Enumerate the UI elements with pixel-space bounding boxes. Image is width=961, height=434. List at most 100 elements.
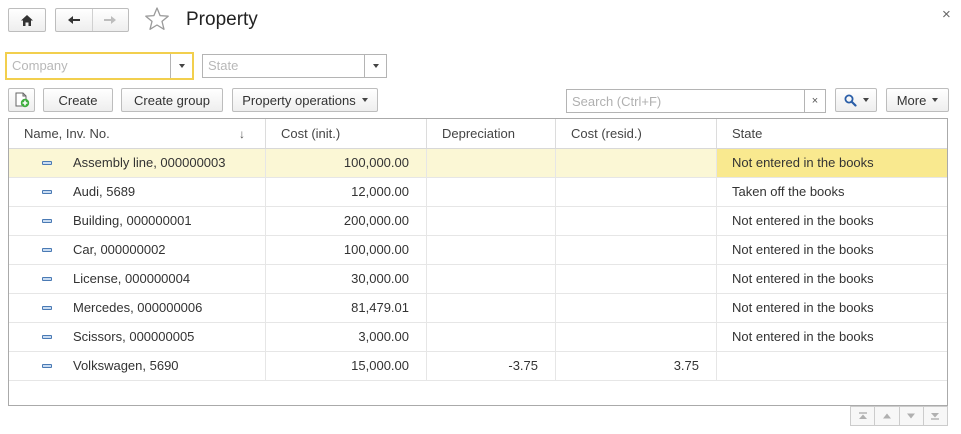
state-cell[interactable]: Taken off the books	[716, 178, 947, 206]
cost-init-cell[interactable]: 30,000.00	[265, 265, 426, 293]
table-row[interactable]: Scissors, 000000005 3,000.00 Not entered…	[9, 323, 947, 352]
search-box[interactable]: ×	[566, 89, 826, 113]
state-cell[interactable]: Not entered in the books	[716, 207, 947, 235]
item-icon	[42, 364, 52, 368]
search-input[interactable]	[567, 90, 804, 112]
item-icon	[42, 219, 52, 223]
forward-button[interactable]	[91, 9, 129, 31]
go-to-first-button[interactable]	[851, 407, 874, 425]
depreciation-cell[interactable]	[426, 207, 555, 235]
search-icon	[844, 94, 857, 107]
depreciation-cell[interactable]	[426, 265, 555, 293]
previous-page-icon	[882, 413, 891, 419]
more-button[interactable]: More	[886, 88, 949, 112]
forward-arrow-icon	[104, 16, 117, 24]
name-cell[interactable]: Building, 000000001	[9, 207, 265, 235]
create-group-button[interactable]: Create group	[121, 88, 223, 112]
chevron-down-icon	[932, 98, 939, 102]
cost-resid-cell[interactable]	[555, 178, 716, 206]
depreciation-cell[interactable]	[426, 149, 555, 177]
cost-init-cell[interactable]: 15,000.00	[265, 352, 426, 380]
cost-resid-cell[interactable]	[555, 149, 716, 177]
item-icon	[42, 306, 52, 310]
cost-resid-cell[interactable]: 3.75	[555, 352, 716, 380]
cost-init-cell[interactable]: 12,000.00	[265, 178, 426, 206]
depreciation-cell[interactable]	[426, 294, 555, 322]
name-cell[interactable]: Car, 000000002	[9, 236, 265, 264]
property-operations-button[interactable]: Property operations	[232, 88, 378, 112]
property-table[interactable]: Name, Inv. No. ↓ Cost (init.) Depreciati…	[8, 118, 948, 406]
name-cell[interactable]: Mercedes, 000000006	[9, 294, 265, 322]
name-cell[interactable]: Assembly line, 000000003	[9, 149, 265, 177]
state-cell[interactable]: Not entered in the books	[716, 265, 947, 293]
column-header-cost-init[interactable]: Cost (init.)	[265, 119, 426, 148]
back-arrow-icon	[67, 16, 80, 24]
cost-resid-cell[interactable]	[555, 323, 716, 351]
table-row[interactable]: Assembly line, 000000003 100,000.00 Not …	[9, 149, 947, 178]
cost-resid-cell[interactable]	[555, 294, 716, 322]
column-header-name[interactable]: Name, Inv. No. ↓	[9, 119, 265, 148]
depreciation-cell[interactable]	[426, 323, 555, 351]
depreciation-cell[interactable]	[426, 178, 555, 206]
create-button[interactable]: Create	[43, 88, 113, 112]
column-header-cost-resid[interactable]: Cost (resid.)	[555, 119, 716, 148]
table-row[interactable]: License, 000000004 30,000.00 Not entered…	[9, 265, 947, 294]
cost-init-cell[interactable]: 100,000.00	[265, 149, 426, 177]
navigation-buttons	[55, 8, 129, 32]
close-icon[interactable]: ×	[942, 7, 951, 23]
sort-descending-icon[interactable]: ↓	[239, 119, 245, 149]
item-icon	[42, 248, 52, 252]
state-filter-field[interactable]: State	[202, 54, 387, 78]
column-header-state[interactable]: State	[716, 119, 947, 148]
item-icon	[42, 190, 52, 194]
add-document-icon	[15, 92, 29, 108]
property-operations-label: Property operations	[242, 92, 356, 108]
company-placeholder[interactable]: Company	[7, 54, 170, 78]
last-page-icon	[931, 413, 940, 420]
name-text: Audi, 5689	[73, 184, 136, 199]
cost-resid-cell[interactable]	[555, 207, 716, 235]
state-placeholder[interactable]: State	[203, 55, 364, 77]
company-dropdown-button[interactable]	[170, 54, 192, 78]
column-header-depreciation[interactable]: Depreciation	[426, 119, 555, 148]
more-label: More	[896, 92, 927, 108]
table-row[interactable]: Mercedes, 000000006 81,479.01 Not entere…	[9, 294, 947, 323]
name-cell[interactable]: Scissors, 000000005	[9, 323, 265, 351]
state-cell[interactable]: Not entered in the books	[716, 149, 947, 177]
search-button[interactable]	[835, 88, 877, 112]
back-button[interactable]	[56, 9, 92, 31]
name-cell[interactable]: Volkswagen, 5690	[9, 352, 265, 380]
home-button[interactable]	[8, 8, 46, 32]
name-cell[interactable]: License, 000000004	[9, 265, 265, 293]
state-cell[interactable]: Not entered in the books	[716, 294, 947, 322]
table-row[interactable]: Building, 000000001 200,000.00 Not enter…	[9, 207, 947, 236]
go-to-last-button[interactable]	[922, 407, 947, 425]
cost-resid-cell[interactable]	[555, 236, 716, 264]
chevron-down-icon	[372, 64, 379, 68]
clear-search-button[interactable]: ×	[804, 90, 825, 112]
state-cell[interactable]	[716, 352, 947, 380]
go-to-next-button[interactable]	[898, 407, 923, 425]
favorite-star-button[interactable]	[144, 6, 170, 32]
add-by-copy-button[interactable]	[8, 88, 35, 112]
depreciation-cell[interactable]	[426, 236, 555, 264]
cost-init-cell[interactable]: 81,479.01	[265, 294, 426, 322]
table-header: Name, Inv. No. ↓ Cost (init.) Depreciati…	[9, 119, 947, 149]
company-filter-field[interactable]: Company	[5, 52, 194, 80]
name-cell[interactable]: Audi, 5689	[9, 178, 265, 206]
table-row[interactable]: Audi, 5689 12,000.00 Taken off the books	[9, 178, 947, 207]
state-cell[interactable]: Not entered in the books	[716, 236, 947, 264]
table-row[interactable]: Car, 000000002 100,000.00 Not entered in…	[9, 236, 947, 265]
cost-resid-cell[interactable]	[555, 265, 716, 293]
cost-init-cell[interactable]: 100,000.00	[265, 236, 426, 264]
cost-init-cell[interactable]: 3,000.00	[265, 323, 426, 351]
state-dropdown-button[interactable]	[364, 55, 386, 77]
go-to-previous-button[interactable]	[874, 407, 898, 425]
item-icon	[42, 161, 52, 165]
name-text: Car, 000000002	[73, 242, 166, 257]
depreciation-cell[interactable]: -3.75	[426, 352, 555, 380]
state-cell[interactable]: Not entered in the books	[716, 323, 947, 351]
table-row[interactable]: Volkswagen, 5690 15,000.00 -3.75 3.75	[9, 352, 947, 381]
cost-init-cell[interactable]: 200,000.00	[265, 207, 426, 235]
star-icon	[145, 7, 169, 30]
